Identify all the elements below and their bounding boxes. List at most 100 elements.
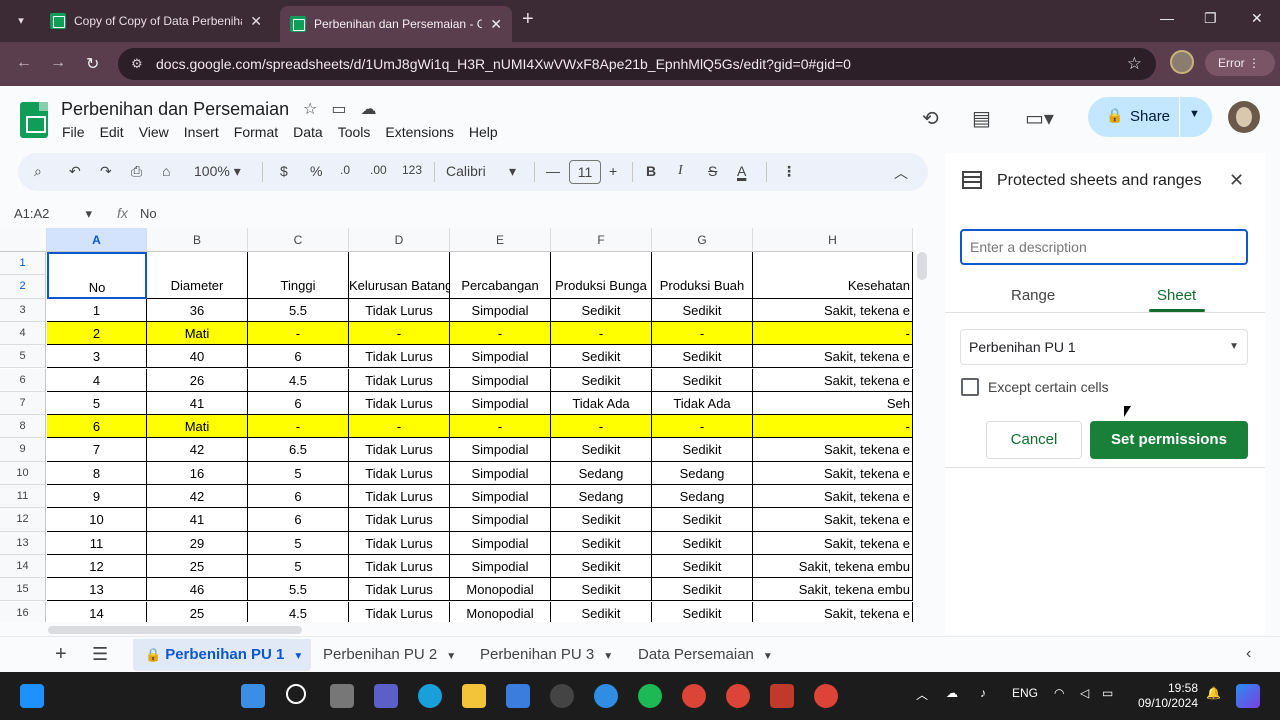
header-cell[interactable]: Percabangan: [450, 252, 551, 299]
table-cell[interactable]: Sedikit: [551, 601, 652, 622]
table-cell[interactable]: Sedikit: [551, 531, 652, 555]
table-cell[interactable]: Tidak Lurus: [349, 485, 450, 509]
increase-font-size-icon[interactable]: +: [609, 163, 617, 179]
font-select[interactable]: Calibri ▾: [446, 163, 516, 180]
table-cell[interactable]: 25: [147, 554, 248, 579]
decrease-decimal-button[interactable]: .0: [340, 163, 350, 177]
column-header-g[interactable]: G: [652, 228, 753, 252]
table-cell[interactable]: 6: [248, 345, 349, 369]
sheet-tab-data-persemaian[interactable]: Data Persemaian ▼: [626, 639, 781, 671]
table-cell[interactable]: 6.5: [248, 438, 349, 462]
more-formats-button[interactable]: 123: [402, 163, 422, 177]
share-button[interactable]: 🔒 Share ▼: [1088, 97, 1212, 137]
maximize-icon[interactable]: ❐: [1204, 10, 1217, 27]
table-cell[interactable]: 42: [147, 438, 248, 462]
reload-icon[interactable]: ↻: [86, 54, 99, 74]
table-cell[interactable]: Simpodial: [450, 461, 551, 485]
table-cell[interactable]: Monopodial: [450, 578, 551, 602]
sheet-tab-perbenihan-pu-3[interactable]: Perbenihan PU 3 ▼: [468, 639, 621, 671]
table-cell[interactable]: 29: [147, 531, 248, 555]
table-cell[interactable]: -: [248, 415, 349, 439]
menu-insert[interactable]: Insert: [184, 124, 219, 140]
teams-icon[interactable]: [374, 684, 398, 708]
cloud-status-icon[interactable]: ☁: [360, 99, 376, 119]
help-icon[interactable]: [594, 684, 618, 708]
task-view-icon[interactable]: [330, 684, 354, 708]
copilot-icon[interactable]: [1236, 684, 1260, 708]
header-cell[interactable]: Kesehatan: [753, 252, 913, 299]
table-cell[interactable]: Simpodial: [450, 508, 551, 532]
row-header[interactable]: 14: [0, 554, 46, 579]
table-cell[interactable]: 26: [147, 368, 248, 392]
header-cell[interactable]: Produksi Buah: [652, 252, 753, 299]
table-cell[interactable]: 6: [47, 415, 147, 439]
close-icon[interactable]: ✕: [1229, 170, 1244, 191]
table-cell[interactable]: Sedikit: [551, 508, 652, 532]
print-icon[interactable]: ⎙: [131, 163, 142, 180]
more-options-icon[interactable]: ⋮: [782, 163, 796, 180]
header-cell[interactable]: Tinggi: [248, 252, 349, 299]
app-grid-icon[interactable]: [770, 684, 794, 708]
comments-icon[interactable]: ▤: [972, 106, 991, 131]
browser-profile-avatar[interactable]: [1170, 50, 1194, 74]
table-cell[interactable]: Sakit, tekena e: [753, 438, 913, 462]
table-cell[interactable]: Tidak Lurus: [349, 391, 450, 416]
table-cell[interactable]: 25: [147, 601, 248, 622]
header-cell[interactable]: Produksi Bunga: [551, 252, 652, 299]
table-cell[interactable]: Sedikit: [551, 298, 652, 322]
chrome-profile-icon[interactable]: [726, 684, 750, 708]
menu-help[interactable]: Help: [469, 124, 498, 140]
menu-view[interactable]: View: [139, 124, 169, 140]
table-cell[interactable]: Sedikit: [551, 438, 652, 462]
menu-extensions[interactable]: Extensions: [385, 124, 453, 140]
menu-tools[interactable]: Tools: [338, 124, 371, 140]
row-header[interactable]: 3: [0, 298, 46, 322]
table-cell[interactable]: 41: [147, 508, 248, 532]
row-header[interactable]: 12: [0, 508, 46, 532]
row-header[interactable]: 6: [0, 368, 46, 392]
table-cell[interactable]: Sakit, tekena e: [753, 485, 913, 509]
url-bar[interactable]: ⚙ docs.google.com/spreadsheets/d/1UmJ8gW…: [118, 48, 1156, 80]
table-cell[interactable]: 10: [47, 508, 147, 532]
paint-format-icon[interactable]: ⌂: [162, 163, 170, 179]
font-size-input[interactable]: 11: [569, 160, 601, 184]
chevron-down-icon[interactable]: ▼: [763, 651, 773, 662]
table-cell[interactable]: 5.5: [248, 578, 349, 602]
table-cell[interactable]: Sakit, tekena e: [753, 461, 913, 485]
table-cell[interactable]: 40: [147, 345, 248, 369]
table-cell[interactable]: 4.5: [248, 368, 349, 392]
decrease-font-size-icon[interactable]: —: [546, 163, 560, 179]
chevron-left-icon[interactable]: ‹: [1246, 645, 1251, 663]
table-cell[interactable]: Simpodial: [450, 368, 551, 392]
table-cell[interactable]: Sedikit: [652, 601, 753, 622]
table-cell[interactable]: 6: [248, 391, 349, 416]
table-cell[interactable]: -: [248, 321, 349, 346]
star-icon[interactable]: ☆: [303, 99, 317, 119]
table-cell[interactable]: Tidak Lurus: [349, 601, 450, 622]
table-cell[interactable]: Sakit, tekena embu: [753, 578, 913, 602]
close-tab-icon[interactable]: ✕: [250, 13, 262, 30]
column-header-a[interactable]: A: [47, 228, 147, 252]
chevron-up-icon[interactable]: ︿: [916, 686, 928, 703]
table-cell[interactable]: 4: [47, 368, 147, 392]
table-cell[interactable]: -: [652, 415, 753, 439]
table-cell[interactable]: Tidak Lurus: [349, 298, 450, 322]
table-cell[interactable]: 9: [47, 485, 147, 509]
cancel-button[interactable]: Cancel: [986, 421, 1082, 459]
table-cell[interactable]: -: [551, 415, 652, 439]
move-folder-icon[interactable]: ▭: [331, 99, 346, 119]
chevron-down-icon[interactable]: ▼: [293, 651, 303, 662]
table-cell[interactable]: -: [753, 415, 913, 439]
battery-icon[interactable]: ▭: [1102, 686, 1113, 700]
bold-icon[interactable]: B: [646, 163, 656, 179]
sheet-select[interactable]: Perbenihan PU 1 ▼: [960, 329, 1248, 365]
close-tab-icon[interactable]: ✕: [490, 16, 502, 33]
browser-tab-1[interactable]: Copy of Copy of Data Perbenihan ✕: [40, 6, 272, 36]
menu-file[interactable]: File: [62, 124, 85, 140]
table-cell[interactable]: Tidak Lurus: [349, 461, 450, 485]
table-cell[interactable]: Tidak Lurus: [349, 531, 450, 555]
table-cell[interactable]: 46: [147, 578, 248, 602]
row-header[interactable]: 7: [0, 391, 46, 416]
spotify-icon[interactable]: [638, 684, 662, 708]
table-cell[interactable]: Tidak Lurus: [349, 368, 450, 392]
